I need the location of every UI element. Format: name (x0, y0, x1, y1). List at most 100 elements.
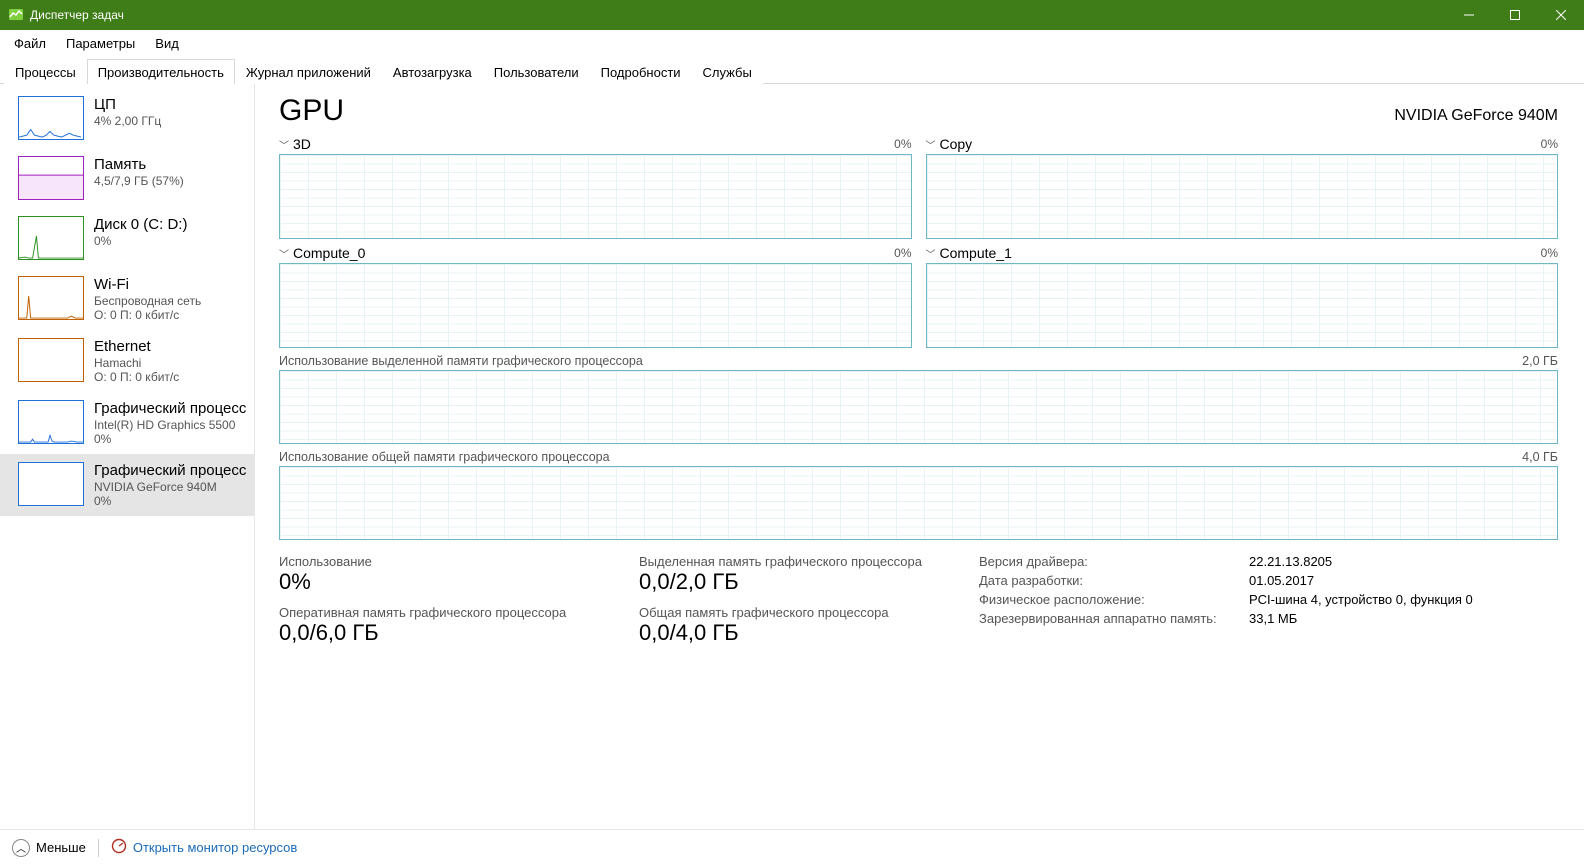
sidebar-sub: Intel(R) HD Graphics 5500 (94, 418, 246, 432)
info-key: Зарезервированная аппаратно память: (979, 611, 1249, 626)
graph-copy[interactable] (926, 154, 1559, 239)
graph-3d[interactable] (279, 154, 912, 239)
titlebar[interactable]: Диспетчер задач (0, 0, 1584, 30)
disk-sparkline (18, 216, 84, 260)
sidebar-item-gpu1[interactable]: Графический процессор 1 NVIDIA GeForce 9… (0, 454, 254, 516)
sidebar-sub: Hamachi (94, 356, 179, 370)
sidebar-sub2: О: 0 П: 0 кбит/с (94, 308, 201, 322)
chevron-up-icon: ︿ (12, 839, 30, 857)
separator (98, 839, 99, 857)
sidebar-title: Wi-Fi (94, 276, 201, 293)
tab-performance[interactable]: Производительность (87, 59, 235, 84)
sidebar-item-gpu0[interactable]: Графический процессор 0 Intel(R) HD Grap… (0, 392, 254, 454)
dedicated-label: Выделенная память графического процессор… (639, 554, 939, 569)
close-button[interactable] (1538, 0, 1584, 30)
info-val: 22.21.13.8205 (1249, 554, 1332, 569)
wifi-sparkline (18, 276, 84, 320)
engine-name[interactable]: Compute_0 (293, 245, 365, 261)
sidebar-title: Графический процессор 1 (94, 462, 246, 479)
sidebar: ЦП 4% 2,00 ГГц Память 4,5/7,9 ГБ (57%) Д… (0, 84, 255, 829)
sidebar-title: Диск 0 (C: D:) (94, 216, 187, 233)
app-icon (8, 7, 24, 23)
tabs: Процессы Производительность Журнал прило… (0, 56, 1584, 84)
main-panel: GPU NVIDIA GeForce 940M ﹀ 3D 0% ﹀ Copy 0% (255, 84, 1584, 829)
ethernet-sparkline (18, 338, 84, 382)
info-key: Физическое расположение: (979, 592, 1249, 607)
engine-name[interactable]: Compute_1 (940, 245, 1012, 261)
phys-value: 0,0/6,0 ГБ (279, 620, 599, 646)
tab-app-history[interactable]: Журнал приложений (235, 59, 382, 84)
graph-mem-dedicated[interactable] (279, 370, 1558, 444)
sidebar-sub: 0% (94, 234, 187, 248)
mem-shared-label: Использование общей памяти графического … (279, 450, 610, 464)
mem-dedicated-label: Использование выделенной памяти графичес… (279, 354, 643, 368)
sidebar-sub: 4% 2,00 ГГц (94, 114, 161, 128)
fewer-details-button[interactable]: ︿ Меньше (12, 839, 86, 857)
info-val: 33,1 МБ (1249, 611, 1297, 626)
sidebar-sub: Беспроводная сеть (94, 294, 201, 308)
info-key: Версия драйвера: (979, 554, 1249, 569)
engine-name[interactable]: Copy (940, 136, 973, 152)
util-value: 0% (279, 569, 599, 595)
sidebar-title: Ethernet (94, 338, 179, 355)
device-name: NVIDIA GeForce 940M (1394, 107, 1558, 125)
chevron-down-icon[interactable]: ﹀ (279, 137, 289, 152)
engine-pct: 0% (1541, 246, 1558, 260)
resmon-label: Открыть монитор ресурсов (133, 840, 297, 855)
gpu0-sparkline (18, 400, 84, 444)
tab-details[interactable]: Подробности (590, 59, 692, 84)
window-title: Диспетчер задач (30, 8, 1446, 22)
resource-monitor-icon (111, 838, 127, 857)
chevron-down-icon[interactable]: ﹀ (279, 246, 289, 261)
sidebar-sub: NVIDIA GeForce 940M (94, 480, 246, 494)
minimize-button[interactable] (1446, 0, 1492, 30)
graph-compute1[interactable] (926, 263, 1559, 348)
sidebar-item-ethernet[interactable]: Ethernet Hamachi О: 0 П: 0 кбит/с (0, 330, 254, 392)
sidebar-sub2: 0% (94, 494, 246, 508)
engine-pct: 0% (894, 137, 911, 151)
graph-mem-shared[interactable] (279, 466, 1558, 540)
tab-services[interactable]: Службы (692, 59, 763, 84)
sidebar-sub2: О: 0 П: 0 кбит/с (94, 370, 179, 384)
sidebar-item-memory[interactable]: Память 4,5/7,9 ГБ (57%) (0, 148, 254, 208)
phys-label: Оперативная память графического процессо… (279, 605, 599, 620)
chevron-down-icon[interactable]: ﹀ (926, 137, 936, 152)
fewer-label: Меньше (36, 840, 86, 855)
engine-name[interactable]: 3D (293, 136, 311, 152)
dedicated-value: 0,0/2,0 ГБ (639, 569, 939, 595)
maximize-button[interactable] (1492, 0, 1538, 30)
chevron-down-icon[interactable]: ﹀ (926, 246, 936, 261)
tab-users[interactable]: Пользователи (483, 59, 590, 84)
mem-shared-max: 4,0 ГБ (1522, 450, 1558, 464)
sidebar-sub: 4,5/7,9 ГБ (57%) (94, 174, 184, 188)
menu-view[interactable]: Вид (145, 33, 189, 54)
info-val: 01.05.2017 (1249, 573, 1314, 588)
open-resource-monitor-button[interactable]: Открыть монитор ресурсов (111, 838, 297, 857)
engine-pct: 0% (1541, 137, 1558, 151)
footer: ︿ Меньше Открыть монитор ресурсов (0, 829, 1584, 865)
menu-file[interactable]: Файл (4, 33, 56, 54)
cpu-sparkline (18, 96, 84, 140)
sidebar-title: ЦП (94, 96, 161, 113)
shared-label: Общая память графического процессора (639, 605, 939, 620)
sidebar-item-cpu[interactable]: ЦП 4% 2,00 ГГц (0, 88, 254, 148)
sidebar-sub2: 0% (94, 432, 246, 446)
graph-compute0[interactable] (279, 263, 912, 348)
sidebar-title: Графический процессор 0 (94, 400, 246, 417)
sidebar-title: Память (94, 156, 184, 173)
util-label: Использование (279, 554, 599, 569)
mem-dedicated-max: 2,0 ГБ (1522, 354, 1558, 368)
menubar: Файл Параметры Вид (0, 30, 1584, 56)
info-val: PCI-шина 4, устройство 0, функция 0 (1249, 592, 1473, 607)
tab-processes[interactable]: Процессы (4, 59, 87, 84)
memory-sparkline (18, 156, 84, 200)
menu-options[interactable]: Параметры (56, 33, 145, 54)
info-key: Дата разработки: (979, 573, 1249, 588)
engine-pct: 0% (894, 246, 911, 260)
sidebar-item-disk[interactable]: Диск 0 (C: D:) 0% (0, 208, 254, 268)
tab-startup[interactable]: Автозагрузка (382, 59, 483, 84)
page-title: GPU (279, 94, 344, 128)
sidebar-item-wifi[interactable]: Wi-Fi Беспроводная сеть О: 0 П: 0 кбит/с (0, 268, 254, 330)
gpu1-sparkline (18, 462, 84, 506)
shared-value: 0,0/4,0 ГБ (639, 620, 939, 646)
